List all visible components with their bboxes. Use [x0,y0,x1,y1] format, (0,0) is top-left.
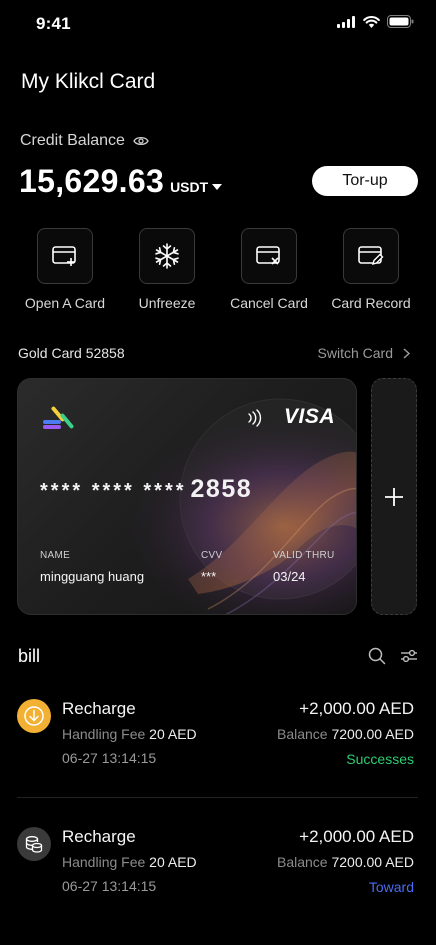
bill-section-title: bill [18,646,41,666]
currency-selector[interactable]: USDT [170,179,223,195]
balance-label-row: Credit Balance [20,132,149,150]
card-actions: Open A Card Unfreeze Cancel Card Card Re… [0,228,436,318]
chevron-right-icon [403,347,410,359]
bill-balance-label: Balance [277,726,328,742]
balance-row: 15,629.63 USDT [19,163,223,200]
eye-icon[interactable] [133,135,149,147]
bill-balance: Balance 7200.00 AED [277,854,414,870]
bill-type: Recharge [62,827,136,846]
status-bar: 9:41 [0,0,436,48]
open-card-label: Open A Card [24,295,106,311]
bill-fee-label: Handling Fee [62,854,146,870]
bill-amount: +2,000.00 AED [299,827,414,846]
cancel-card-icon [256,246,280,265]
card-valid-value: 03/24 [273,569,306,584]
bill-status: Toward [368,879,414,895]
bill-amount: +2,000.00 AED [299,699,414,718]
status-icons [337,15,414,28]
bill-fee-value: 20 AED [149,854,197,870]
cancel-card-button[interactable]: Cancel Card [219,228,319,311]
unfreeze-button[interactable]: Unfreeze [117,228,217,311]
cancel-card-label: Cancel Card [230,295,308,311]
card-record-label: Card Record [331,295,411,311]
card-record-button[interactable]: Card Record [321,228,421,311]
coin-stack-icon [25,836,43,853]
card-record-icon [358,246,384,266]
bill-item[interactable]: Recharge Handling Fee 20 AED 06-27 13:14… [0,699,436,809]
add-card-button[interactable] [371,378,417,615]
card-name-label: NAME [40,550,71,561]
page-title: My Klikcl Card [21,70,156,93]
bill-divider [17,797,418,798]
bill-status: Successes [346,751,414,767]
caret-down-icon [212,184,223,190]
open-card-icon-box [37,228,93,284]
open-card-button[interactable]: Open A Card [15,228,115,311]
plus-icon [385,487,403,506]
battery-icon [387,15,414,28]
download-arrow-icon [24,706,44,726]
bill-fee-value: 20 AED [149,726,197,742]
balance-amount: 15,629.63 [19,163,165,199]
signal-icon [337,15,355,28]
current-card-name: Gold Card 52858 [18,345,125,361]
card-number-masked: **** **** **** [40,480,187,502]
bill-balance-value: 7200.00 AED [331,854,414,870]
bill-tools [368,647,418,665]
wifi-icon [363,15,380,28]
balance-label: Credit Balance [20,132,125,149]
bill-fee-label: Handling Fee [62,726,146,742]
bill-balance: Balance 7200.00 AED [277,726,414,742]
bill-item[interactable]: Recharge Handling Fee 20 AED 06-27 13:14… [0,827,436,937]
contactless-icon [248,409,262,427]
card-brand: VISA [284,405,336,428]
card-number: **** **** **** 2858 [40,475,252,504]
card-logo-icon [43,406,74,429]
card-cvv-value: *** [201,569,217,584]
switch-card-link[interactable]: Switch Card [318,345,410,361]
filter-icon[interactable] [400,648,418,664]
bill-balance-value: 7200.00 AED [331,726,414,742]
unfreeze-label: Unfreeze [138,295,196,311]
bill-balance-label: Balance [277,854,328,870]
card-valid-label: VALID THRU [273,550,335,561]
bill-fee: Handling Fee 20 AED [62,854,197,870]
bill-icon-badge [17,827,51,861]
card-number-last: 2858 [190,475,253,503]
switch-card-label: Switch Card [317,345,393,361]
card-holder-name: mingguang huang [40,569,145,584]
bank-card[interactable]: VISA **** **** **** 2858 NAME mingguang h… [17,378,357,615]
bill-time: 06-27 13:14:15 [62,878,157,894]
cancel-card-icon-box [241,228,297,284]
bill-type: Recharge [62,699,136,718]
bill-time: 06-27 13:14:15 [62,750,157,766]
card-record-icon-box [343,228,399,284]
search-icon[interactable] [368,647,386,665]
bill-icon-badge [17,699,51,733]
topup-button[interactable]: Tor-up [312,166,418,196]
currency-label: USDT [170,179,209,195]
status-time: 9:41 [36,14,71,33]
bill-fee: Handling Fee 20 AED [62,726,197,742]
unfreeze-icon-box [139,228,195,284]
add-card-icon [52,246,76,266]
card-cvv-label: CVV [201,550,223,561]
snowflake-icon [155,243,179,269]
